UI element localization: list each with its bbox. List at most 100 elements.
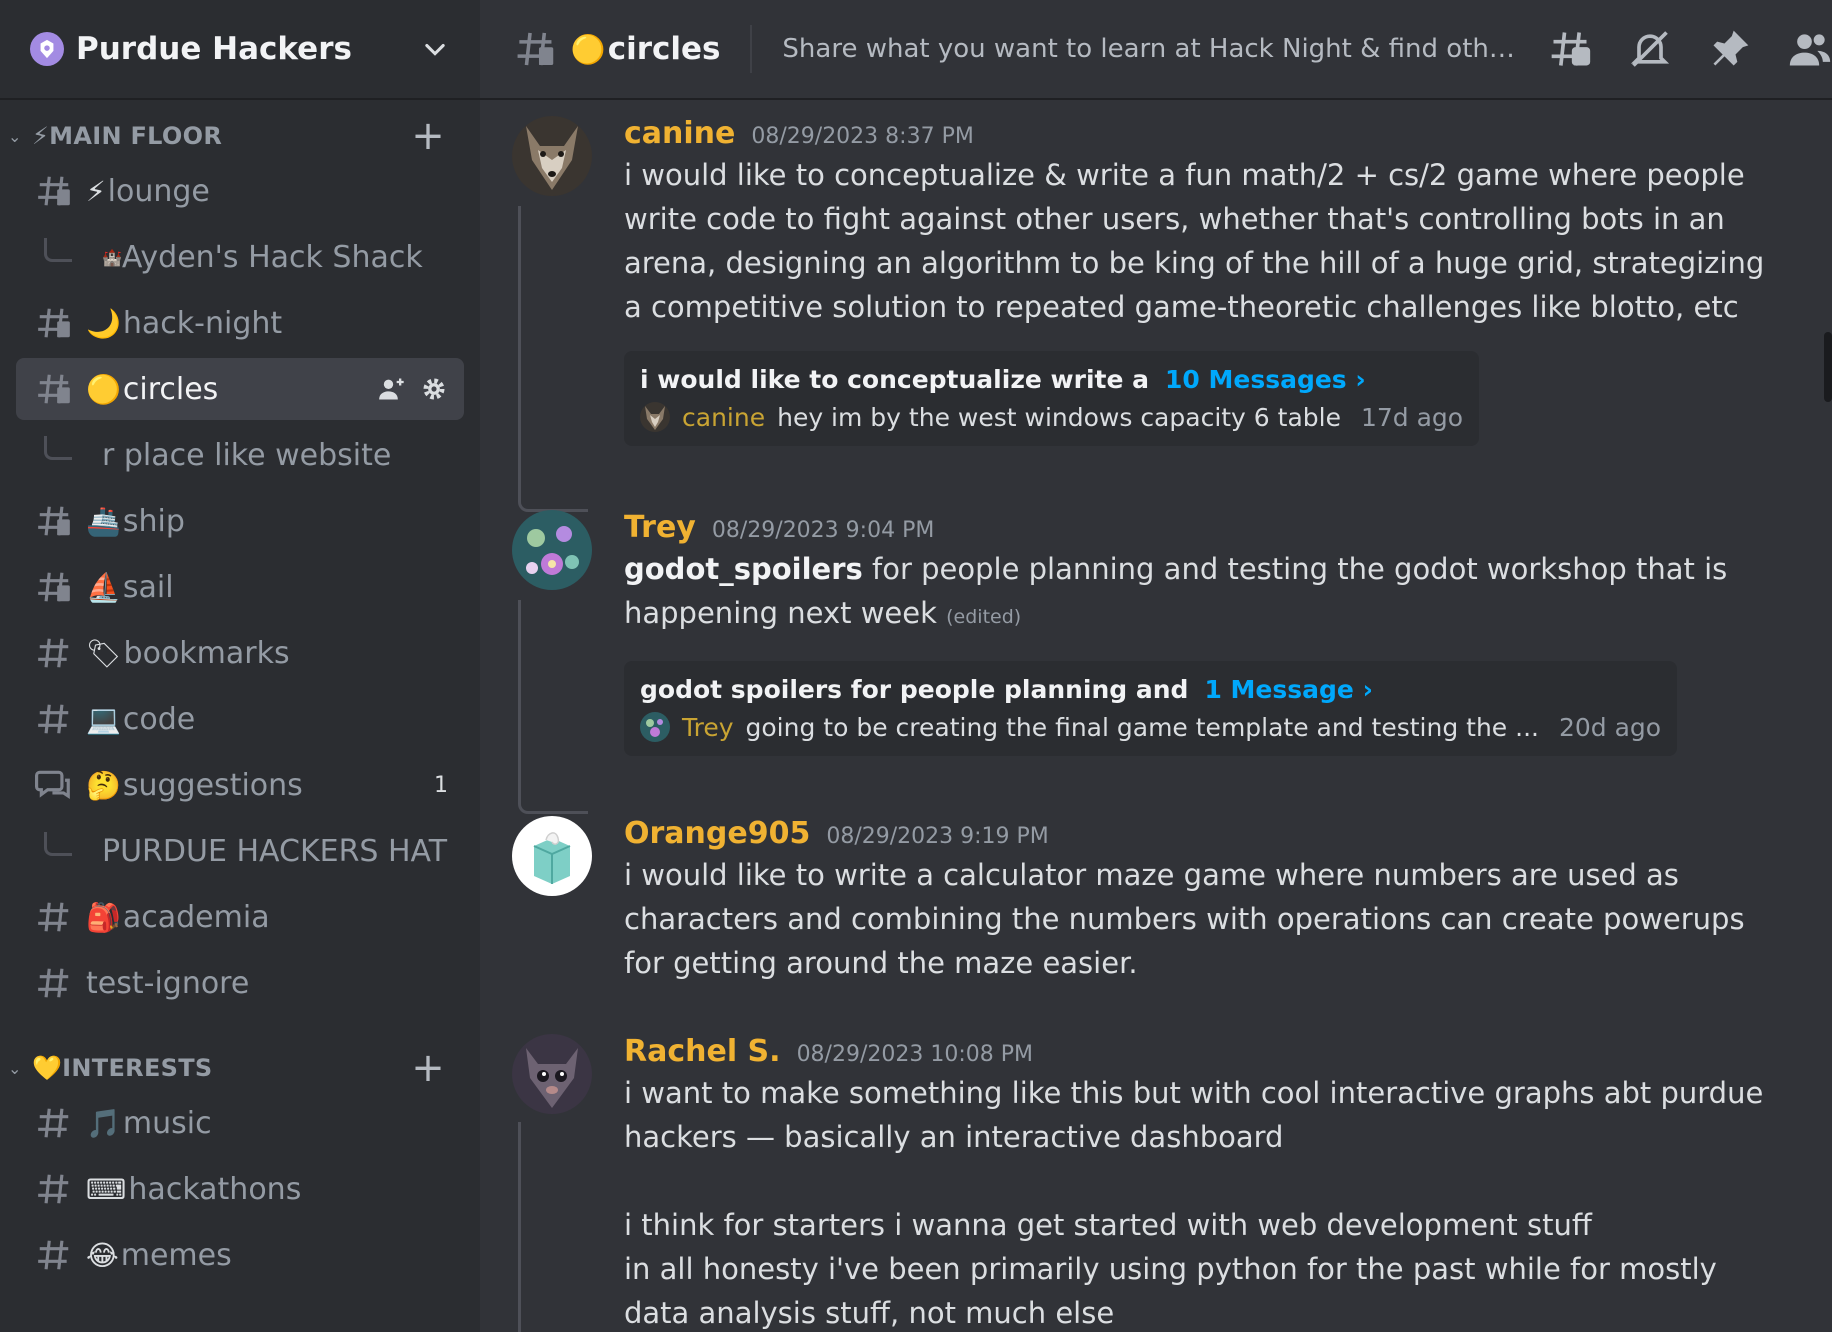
- text-channel-icon: [34, 1103, 74, 1143]
- channel-ship[interactable]: 🚢 ship: [16, 490, 464, 552]
- message-author[interactable]: canine: [624, 116, 735, 151]
- channel-hack-night[interactable]: 🌙 hack-night: [16, 292, 464, 354]
- message-list[interactable]: canine 08/29/2023 8:37 PM i would like t…: [480, 102, 1832, 1332]
- message-content: godot_spoilers for people planning and t…: [624, 547, 1772, 639]
- channel-emoji: ⌨: [86, 1172, 127, 1206]
- avatar[interactable]: [512, 116, 592, 196]
- message: Rachel S. 08/29/2023 10:08 PM i want to …: [512, 1034, 1772, 1332]
- category-label: ⚡MAIN FLOOR: [32, 122, 223, 150]
- channel-academia[interactable]: 🎒 academia: [16, 886, 464, 948]
- forum-icon: [34, 765, 74, 805]
- text-channel-icon: [34, 303, 74, 343]
- server-header[interactable]: Purdue Hackers: [0, 0, 480, 100]
- members-icon[interactable]: [1788, 27, 1832, 71]
- channel-name: hackathons: [128, 1171, 302, 1207]
- channel-name: bookmarks: [123, 635, 290, 671]
- thread-purdue-hackers-hat[interactable]: PURDUE HACKERS HAT: [16, 820, 464, 882]
- channel-test-ignore[interactable]: test-ignore: [16, 952, 464, 1014]
- thread-name: Ayden's Hack Shack: [121, 239, 423, 275]
- channel-lounge[interactable]: ⚡ lounge: [16, 160, 464, 222]
- channel-emoji: 🏷: [86, 636, 122, 670]
- channel-memes[interactable]: 😂 memes: [16, 1224, 464, 1286]
- thread-last-author[interactable]: canine: [682, 403, 765, 432]
- channel-emoji: 🎵: [86, 1106, 121, 1140]
- text-channel-icon: [517, 32, 554, 66]
- category-label: 💛INTERESTS: [32, 1054, 213, 1082]
- thread-spine: [44, 238, 72, 262]
- text-channel-icon: [34, 171, 74, 211]
- channel-name: lounge: [107, 173, 210, 209]
- message-author[interactable]: Orange905: [624, 816, 810, 851]
- thread-title: godot spoilers for people planning and: [640, 675, 1189, 704]
- thread-name: PURDUE HACKERS HAT: [102, 833, 448, 869]
- add-member-icon[interactable]: [378, 375, 406, 403]
- channel-sidebar: Purdue Hackers ⌄ ⚡MAIN FLOOR + ⚡ lounge …: [0, 0, 480, 1332]
- channel-emoji: 🌙: [86, 306, 121, 340]
- thread-last-message: going to be creating the final game temp…: [745, 712, 1539, 742]
- channel-emoji: ⛵: [86, 570, 121, 604]
- add-channel-icon[interactable]: +: [406, 116, 450, 156]
- channel-name: academia: [122, 899, 270, 935]
- avatar[interactable]: [512, 1034, 592, 1114]
- channel-emoji: 🤔: [86, 768, 121, 802]
- channel-sail[interactable]: ⛵ sail: [16, 556, 464, 618]
- text-channel-icon: [34, 567, 74, 607]
- channel-emoji: ⚡: [86, 174, 106, 208]
- thread-spine: [44, 832, 72, 856]
- channel-bookmarks[interactable]: 🏷 bookmarks: [16, 622, 464, 684]
- pin-icon[interactable]: [1708, 27, 1752, 71]
- message-author[interactable]: Rachel S.: [624, 1034, 781, 1069]
- channel-emoji: 🏰: [102, 247, 122, 267]
- channel-name: hack-night: [122, 305, 283, 341]
- message-timestamp: 08/29/2023 10:08 PM: [796, 1042, 1033, 1067]
- channel-name: sail: [122, 569, 174, 605]
- channel-music[interactable]: 🎵 music: [16, 1092, 464, 1154]
- channel-mention[interactable]: godot_spoilers: [624, 552, 863, 586]
- thread-preview-card[interactable]: godot spoilers for people planning and 1…: [624, 661, 1678, 756]
- text-channel-icon: [34, 897, 74, 937]
- channel-topic[interactable]: Share what you want to learn at Hack Nig…: [782, 34, 1522, 64]
- channel-emoji: 🚢: [86, 504, 121, 538]
- text-channel-icon: [34, 633, 74, 673]
- chevron-down-icon[interactable]: [420, 34, 450, 64]
- channel-circles[interactable]: 🟡 circles: [16, 358, 464, 420]
- thread-last-activity: 20d ago: [1558, 712, 1662, 742]
- message-content: i want to make something like this but w…: [624, 1076, 1764, 1154]
- message-content-line: in all honesty i've been primarily using…: [624, 1252, 1717, 1330]
- server-icon: [30, 32, 64, 66]
- chevron-down-icon: ⌄: [8, 126, 22, 146]
- thread-aydens-hack-shack[interactable]: 🏰 Ayden's Hack Shack: [16, 226, 464, 288]
- avatar[interactable]: [512, 510, 592, 590]
- channel-name: ship: [122, 503, 185, 539]
- avatar[interactable]: [512, 816, 592, 896]
- category-interests[interactable]: ⌄ 💛INTERESTS +: [0, 1048, 480, 1088]
- thread-last-author[interactable]: Trey: [682, 713, 734, 742]
- category-main-floor[interactable]: ⌄ ⚡MAIN FLOOR +: [0, 116, 480, 156]
- mute-bell-icon[interactable]: [1628, 27, 1672, 71]
- message-author[interactable]: Trey: [624, 510, 696, 545]
- thread-preview-card[interactable]: i would like to conceptualize write a 10…: [624, 351, 1480, 446]
- message-timestamp: 08/29/2023 9:04 PM: [711, 518, 935, 543]
- channel-suggestions[interactable]: 🤔 suggestions 1: [16, 754, 464, 816]
- thread-title: i would like to conceptualize write a: [640, 365, 1149, 394]
- gear-icon[interactable]: [420, 375, 448, 403]
- server-name: Purdue Hackers: [76, 31, 352, 67]
- threads-icon[interactable]: [1548, 27, 1592, 71]
- channel-name: test-ignore: [86, 965, 250, 1001]
- channel-emoji: 💻: [86, 702, 121, 736]
- scrollbar-thumb[interactable]: [1824, 332, 1832, 402]
- thread-r-place[interactable]: r place like website: [16, 424, 464, 486]
- message-content: i would like to write a calculator maze …: [624, 858, 1745, 980]
- chevron-down-icon: ⌄: [8, 1058, 22, 1078]
- message: Trey 08/29/2023 9:04 PM godot_spoilers f…: [512, 510, 1772, 756]
- text-channel-icon: [34, 699, 74, 739]
- channel-code[interactable]: 💻 code: [16, 688, 464, 750]
- add-channel-icon[interactable]: +: [406, 1048, 450, 1088]
- avatar: [640, 712, 670, 742]
- channel-hackathons[interactable]: ⌨ hackathons: [16, 1158, 464, 1220]
- thread-messages-link[interactable]: 1 Message ›: [1204, 675, 1372, 704]
- header-toolbar: [1548, 27, 1832, 71]
- message-timestamp: 08/29/2023 8:37 PM: [751, 124, 974, 149]
- channel-actions: [378, 375, 448, 403]
- thread-messages-link[interactable]: 10 Messages ›: [1165, 365, 1366, 394]
